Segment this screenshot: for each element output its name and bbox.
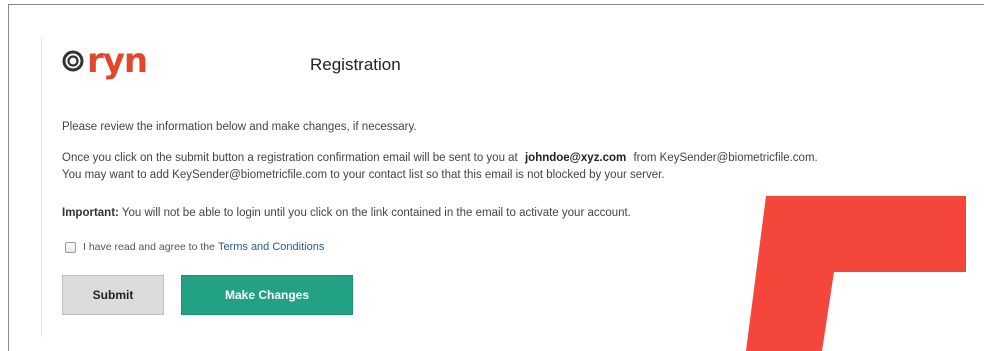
important-notice: Important: You will not be able to login …: [62, 205, 631, 222]
terms-link[interactable]: Terms and Conditions: [218, 241, 324, 253]
user-email: johndoe@xyz.com: [524, 152, 627, 164]
terms-checkbox[interactable]: [65, 241, 76, 253]
confirmation-line-2: You may want to add KeySender@biometricf…: [62, 169, 665, 181]
confirmation-text: Once you click on the submit button a re…: [62, 150, 818, 184]
make-changes-button[interactable]: Make Changes: [181, 275, 353, 315]
submit-button[interactable]: Submit: [62, 275, 164, 315]
logo-text: ryn: [87, 41, 148, 81]
page-title: Registration: [310, 55, 401, 74]
intro-text: Please review the information below and …: [62, 121, 417, 133]
confirmation-after-email: from KeySender@biometricfile.com.: [633, 152, 818, 164]
important-text: You will not be able to login until you …: [121, 207, 631, 219]
important-label: Important:: [62, 207, 119, 219]
brand-logo: ryn: [62, 41, 148, 81]
logo-ring-icon: [62, 50, 84, 72]
terms-agreement: I have read and agree to the Terms and C…: [65, 241, 324, 253]
confirmation-before-email: Once you click on the submit button a re…: [62, 152, 518, 164]
confirmation-line-1: Once you click on the submit button a re…: [62, 150, 818, 167]
terms-label: I have read and agree to the: [83, 241, 215, 253]
